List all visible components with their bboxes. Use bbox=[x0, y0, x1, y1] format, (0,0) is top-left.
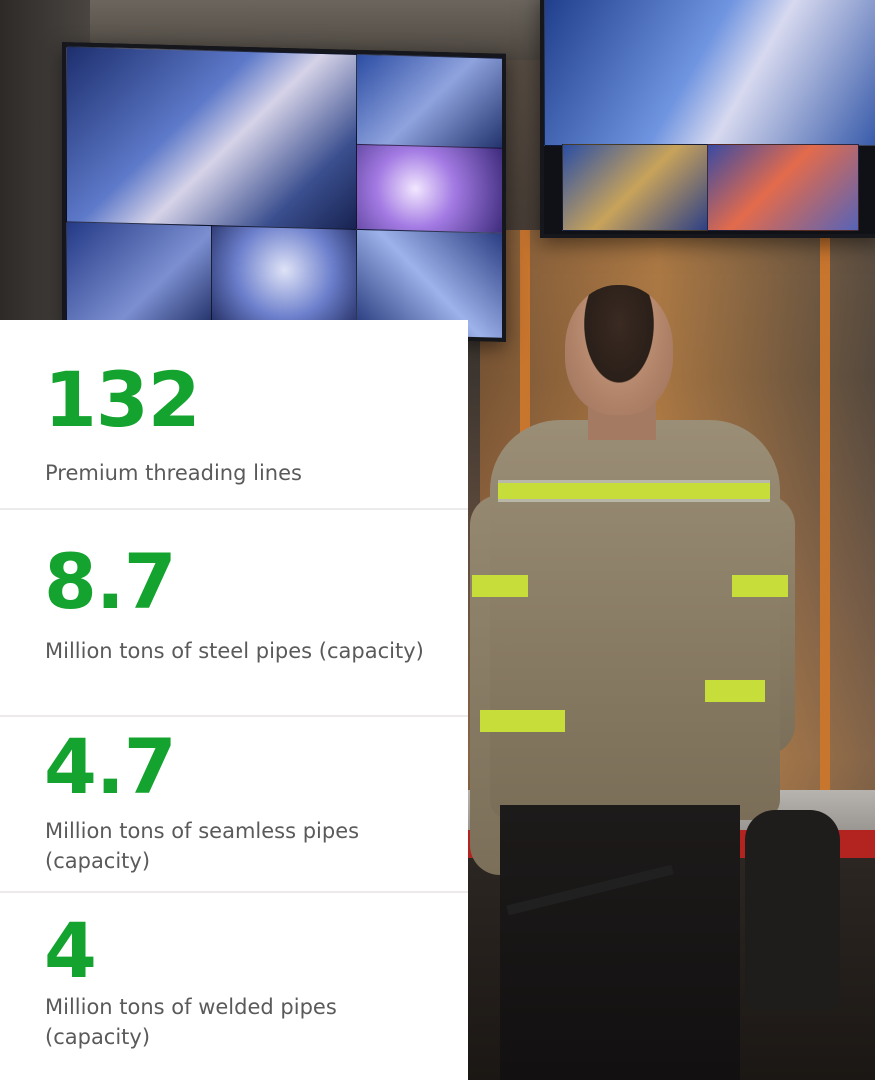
monitor-wall-left bbox=[62, 42, 506, 342]
monitor-wall-right bbox=[540, 0, 875, 238]
stat-value: 132 bbox=[44, 355, 201, 444]
stat-label: Million tons of welded pipes (capacity) bbox=[45, 995, 337, 1049]
stat-welded-pipes: 4 Million tons of welded pipes (capacity… bbox=[0, 893, 468, 1080]
stat-value: 8.7 bbox=[44, 537, 177, 626]
office-chair bbox=[745, 810, 840, 1010]
stat-seamless-pipes: 4.7 Million tons of seamless pipes (capa… bbox=[0, 717, 468, 892]
stat-value: 4.7 bbox=[44, 722, 177, 811]
stat-label: Premium threading lines bbox=[45, 461, 302, 485]
stat-threading-lines: 132 Premium threading lines bbox=[0, 320, 468, 508]
stat-label: Million tons of steel pipes (capacity) bbox=[45, 639, 424, 663]
window-frame bbox=[820, 230, 830, 790]
stat-value: 4 bbox=[44, 906, 97, 995]
stat-steel-pipes: 8.7 Million tons of steel pipes (capacit… bbox=[0, 510, 468, 716]
stats-panel: 132 Premium threading lines 8.7 Million … bbox=[0, 320, 468, 1080]
stat-label: Million tons of seamless pipes (capacity… bbox=[45, 819, 360, 873]
